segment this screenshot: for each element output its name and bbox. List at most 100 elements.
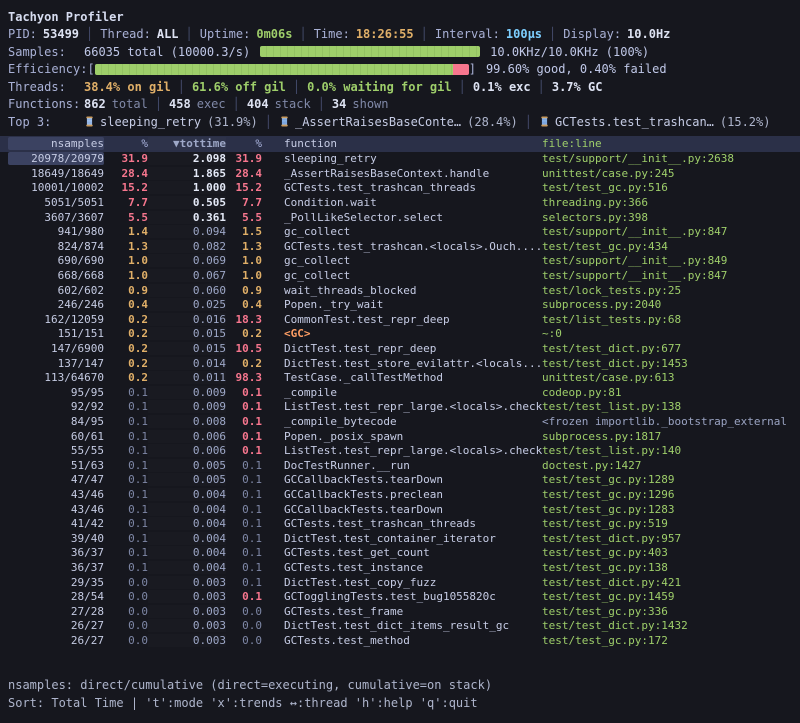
table-row[interactable]: 3607/36075.50.3615.5_PollLikeSelector.se… [0,210,800,225]
cell-direct-pct: 0.1 [104,546,148,559]
cell-tottime: 0.015 [148,342,226,355]
table-row[interactable]: 43/460.10.0040.1GCCallbackTests.tearDown… [0,502,800,517]
cell-cum-pct: 10.5 [226,342,262,355]
threads-gc: 3.7% GC [552,80,603,94]
cell-nsamples: 41/42 [8,517,104,530]
table-row[interactable]: 941/9801.40.0941.5gc_collecttest/support… [0,224,800,239]
table-row[interactable]: 602/6020.90.0600.9wait_threads_blockedte… [0,283,800,298]
table-row[interactable]: 95/950.10.0090.1_compilecodeop.py:81 [0,385,800,400]
cell-nsamples: 18649/18649 [8,167,104,180]
cell-function: wait_threads_blocked [284,284,542,297]
cell-tottime: 0.009 [148,400,226,413]
functions-total-value: 862 [84,97,106,111]
app-title: Tachyon Profiler [8,10,124,24]
cell-nsamples: 3607/3607 [8,211,104,224]
cell-function: GCTests.test_trashcan.<locals>.Ouch.... [284,240,542,253]
table-row[interactable]: 137/1470.20.0140.2DictTest.test_store_ev… [0,356,800,371]
column-header-nsamples[interactable]: nsamples [8,137,104,150]
table-row[interactable]: 47/470.10.0050.1GCCallbackTests.tearDown… [0,473,800,488]
footer-section: nsamples: direct/cumulative (direct=exec… [0,676,800,712]
column-header-file[interactable]: file:line [542,137,800,150]
table-row[interactable]: 39/400.10.0040.1DictTest.test_container_… [0,531,800,546]
interval-value: 100μs [506,27,542,41]
cell-function: DocTestRunner.__run [284,459,542,472]
cell-cum-pct: 0.1 [226,532,262,545]
table-row[interactable]: 26/270.00.0030.0DictTest.test_dict_items… [0,619,800,634]
cell-direct-pct: 28.4 [104,167,148,180]
column-header-function[interactable]: function [284,137,542,150]
table-row[interactable]: 28/540.00.0030.1GCTogglingTests.test_bug… [0,589,800,604]
table-row[interactable]: 147/69000.20.01510.5DictTest.test_repr_d… [0,341,800,356]
cell-cum-pct: 28.4 [226,167,262,180]
tachyon-profiler-window: Tachyon Profiler PID: 53499 │ Thread: AL… [0,0,800,723]
cell-file: test/test_gc.py:434 [542,240,800,253]
table-row[interactable]: 824/8741.30.0821.3GCTests.test_trashcan.… [0,239,800,254]
top3-entry: sleeping_retry (31.9%) [84,115,258,129]
cell-tottime: 0.505 [148,196,226,209]
top3-line: Top 3: sleeping_retry (31.9%) │ [0,113,800,131]
table-row[interactable]: 43/460.10.0040.1GCCallbackTests.preclean… [0,487,800,502]
table-row[interactable]: 5051/50517.70.5057.7Condition.waitthread… [0,195,800,210]
separator: │ [233,97,240,111]
cell-cum-pct: 0.0 [226,605,262,618]
table-row[interactable]: 246/2460.40.0250.4Popen._try_waitsubproc… [0,297,800,312]
cell-direct-pct: 0.0 [104,634,148,647]
samples-total: 66035 total (10000.3/s) [84,45,250,59]
table-row[interactable]: 36/370.10.0040.1GCTests.test_instancetes… [0,560,800,575]
status-line: PID: 53499 │ Thread: ALL │ Uptime: 0m06s… [0,26,800,44]
cell-tottime: 0.015 [148,327,226,340]
table-row[interactable]: 162/120590.20.01618.3CommonTest.test_rep… [0,312,800,327]
table-row[interactable]: 84/950.10.0080.1_compile_bytecode<frozen… [0,414,800,429]
cell-cum-pct: 15.2 [226,181,262,194]
table-row[interactable]: 51/630.10.0050.1DocTestRunner.__rundocte… [0,458,800,473]
cell-function: ListTest.test_repr_large.<locals>.check [284,400,542,413]
cell-tottime: 2.098 [148,152,226,165]
cell-file: doctest.py:1427 [542,459,800,472]
cell-direct-pct: 0.2 [104,342,148,355]
samples-rate: 10.0KHz/10.0KHz (100%) [490,45,649,59]
cell-cum-pct: 0.1 [226,473,262,486]
functions-shown-label: shown [352,97,388,111]
table-row[interactable]: 92/920.10.0090.1ListTest.test_repr_large… [0,400,800,415]
table-row[interactable]: 10001/1000215.21.00015.2GCTests.test_tra… [0,181,800,196]
cell-function: gc_collect [284,269,542,282]
cell-function: DictTest.test_container_iterator [284,532,542,545]
top3-percent: (28.4%) [467,115,518,129]
cell-cum-pct: 0.1 [226,459,262,472]
cell-nsamples: 84/95 [8,415,104,428]
table-row[interactable]: 113/646700.20.01198.3TestCase._callTestM… [0,370,800,385]
cell-nsamples: 29/35 [8,576,104,589]
cell-function: GCTests.test_frame [284,605,542,618]
column-header-direct-pct[interactable]: % [104,137,148,150]
table-row[interactable]: 55/550.10.0060.1ListTest.test_repr_large… [0,443,800,458]
table-row[interactable]: 668/6681.00.0671.0gc_collecttest/support… [0,268,800,283]
cell-cum-pct: 0.1 [226,415,262,428]
table-row[interactable]: 60/610.10.0060.1Popen._posix_spawnsubpro… [0,429,800,444]
table-row[interactable]: 41/420.10.0040.1GCTests.test_trashcan_th… [0,516,800,531]
cell-direct-pct: 0.1 [104,459,148,472]
column-header-cum-pct[interactable]: % [226,137,262,150]
table-row[interactable]: 36/370.10.0040.1GCTests.test_get_countte… [0,546,800,561]
functions-line: Functions: 862 total │ 458 exec │ 404 st… [0,96,800,114]
column-header-tottime[interactable]: ▼tottime [148,137,226,150]
table-row[interactable]: 151/1510.20.0150.2<GC>~:0 [0,327,800,342]
cell-direct-pct: 0.1 [104,386,148,399]
cell-cum-pct: 0.1 [226,488,262,501]
cell-file: test/list_tests.py:68 [542,313,800,326]
table-row[interactable]: 27/280.00.0030.0GCTests.test_frametest/t… [0,604,800,619]
cell-file: test/test_gc.py:138 [542,561,800,574]
bracket-open: [ [87,62,94,76]
cell-tottime: 0.003 [148,634,226,647]
table-row[interactable]: 29/350.00.0030.1DictTest.test_copy_fuzzt… [0,575,800,590]
table-row[interactable]: 26/270.00.0030.0GCTests.test_methodtest/… [0,633,800,648]
cell-direct-pct: 0.1 [104,503,148,516]
table-row[interactable]: 18649/1864928.41.86528.4_AssertRaisesBas… [0,166,800,181]
cell-function: _AssertRaisesBaseContext.handle [284,167,542,180]
table-row[interactable]: 20978/2097931.92.09831.9sleeping_retryte… [0,152,800,167]
table-row[interactable]: 690/6901.00.0691.0gc_collecttest/support… [0,254,800,269]
cell-nsamples: 28/54 [8,590,104,603]
separator: │ [421,27,428,41]
cell-nsamples: 95/95 [8,386,104,399]
functions-exec-value: 458 [169,97,191,111]
cell-file: test/support/__init__.py:847 [542,269,800,282]
